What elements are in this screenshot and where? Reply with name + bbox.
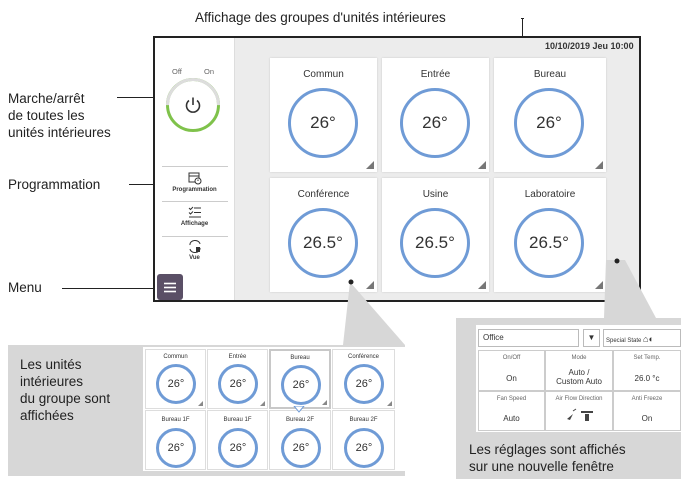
temperature-ring: 26° (281, 365, 321, 405)
setting-value: Auto / Custom Auto (556, 368, 602, 386)
unit-tile[interactable]: Entrée 26° (207, 349, 268, 409)
unit-tile[interactable]: Conférence 26° (332, 349, 395, 409)
corner-indicator-icon (198, 401, 203, 406)
corner-indicator-icon (260, 401, 265, 406)
unit-name: Bureau (290, 355, 310, 361)
callout-text: intérieures (20, 374, 84, 389)
special-state-label: Special State (606, 338, 642, 344)
setting-header: Set Temp. (633, 355, 661, 361)
callout-group-units: Les unités intérieures du groupe sont af… (20, 356, 110, 424)
setting-anti-freeze[interactable]: Anti Freeze On (613, 391, 681, 431)
callout-text: sur une nouvelle fenêtre (469, 459, 614, 474)
setting-header: Fan Speed (496, 396, 527, 402)
unit-tile[interactable]: Bureau 2F 26° (332, 410, 395, 470)
callout-text: Les unités (20, 357, 82, 372)
setting-onoff[interactable]: On/Off On (478, 350, 545, 391)
callout-settings-window: Les réglages sont affichés sur une nouve… (469, 441, 626, 475)
unit-tile[interactable]: Commun 26° (145, 349, 206, 409)
setting-value: On (506, 374, 517, 383)
setting-header: Air Flow Direction (555, 396, 603, 402)
setting-air-flow[interactable]: Air Flow Direction (545, 391, 613, 431)
setting-value: Auto (503, 414, 520, 423)
temperature-ring: 26° (344, 364, 384, 404)
unit-name: Bureau 2F (349, 417, 378, 423)
setting-set-temp[interactable]: Set Temp. 26.0 °c (613, 350, 681, 391)
setting-value: 26.0 °c (634, 374, 660, 383)
unit-tile[interactable]: Bureau 1F 26° (207, 410, 268, 470)
setting-fan-speed[interactable]: Fan Speed Auto (478, 391, 545, 431)
unit-name: Commun (163, 354, 188, 360)
setting-header: Mode (571, 355, 587, 361)
unit-tile[interactable]: Bureau 1F 26° (145, 410, 206, 470)
corner-indicator-icon (322, 400, 327, 405)
setting-mode[interactable]: Mode Auto / Custom Auto (545, 350, 613, 391)
callout-text: Les réglages sont affichés (469, 442, 626, 457)
special-state-box: Special State ⌂◐ (603, 329, 681, 347)
setting-header: On/Off (502, 355, 521, 361)
callout-text: du groupe sont (20, 391, 111, 406)
unit-name: Entrée (228, 354, 247, 360)
unit-name: Conférence (347, 354, 380, 360)
unit-name: Bureau 1F (223, 417, 252, 423)
temperature-ring: 26° (156, 428, 196, 468)
temperature-ring: 26° (281, 428, 321, 468)
special-state-icons: ⌂◐ (643, 334, 654, 344)
temperature-ring: 26° (218, 428, 258, 468)
air-flow-icon (567, 408, 593, 421)
setting-value: On (641, 414, 653, 423)
unit-tile-selected[interactable]: Bureau 26° (269, 349, 331, 409)
setting-header: Anti Freeze (631, 396, 663, 402)
group-select[interactable]: Office (478, 329, 579, 347)
temperature-ring: 26° (344, 428, 384, 468)
unit-tile[interactable]: Bureau 2F 26° (269, 410, 331, 470)
group-select-dropdown[interactable]: ▼ (583, 329, 600, 347)
corner-indicator-icon (387, 401, 392, 406)
temperature-ring: 26° (218, 364, 258, 404)
unit-name: Bureau 1F (161, 417, 190, 423)
selection-pointer-icon (293, 406, 305, 413)
temperature-ring: 26° (156, 364, 196, 404)
unit-name: Bureau 2F (285, 417, 315, 423)
callout-text: affichées (20, 408, 74, 423)
